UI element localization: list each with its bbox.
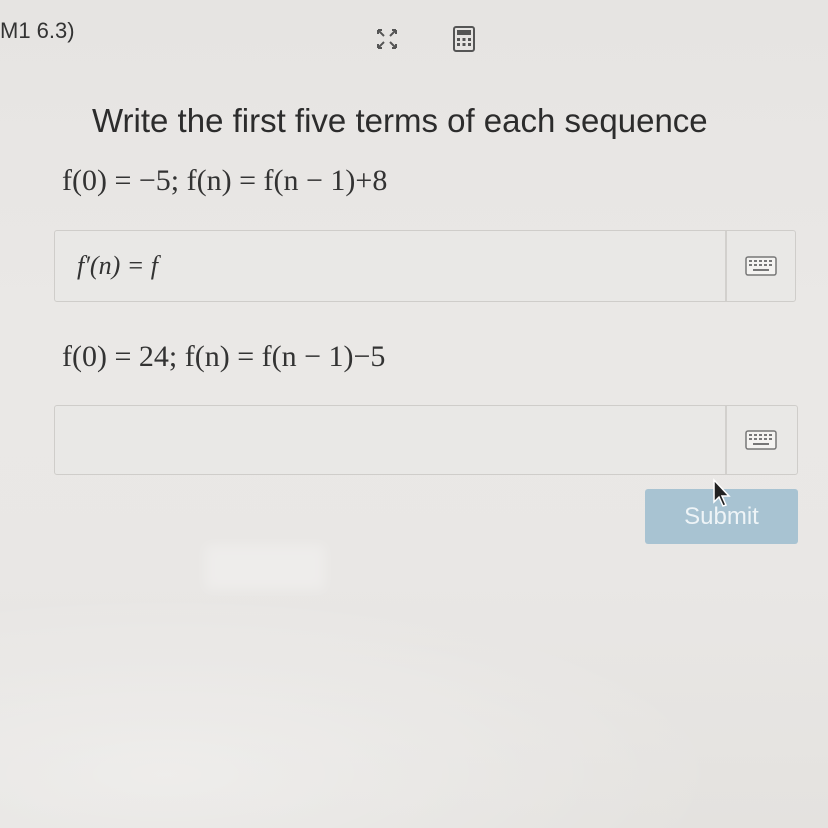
divider bbox=[725, 231, 727, 301]
calculator-icon[interactable] bbox=[451, 26, 477, 52]
sequence-equation-2: f(0) = 24; f(n) = f(n − 1)−5 bbox=[62, 340, 386, 373]
answer-input-2[interactable] bbox=[55, 406, 725, 474]
submit-button[interactable]: Submit bbox=[645, 489, 798, 544]
answer-box-1 bbox=[54, 230, 796, 302]
question-prompt: Write the first five terms of each seque… bbox=[92, 102, 708, 139]
screen-glare bbox=[0, 560, 828, 828]
screen-reflection bbox=[205, 545, 325, 590]
divider bbox=[725, 406, 727, 474]
course-label: M1 6.3) bbox=[0, 18, 75, 43]
sequence-equation-1: f(0) = −5; f(n) = f(n − 1)+8 bbox=[62, 164, 388, 197]
keyboard-icon[interactable] bbox=[743, 428, 779, 452]
answer-input-1[interactable] bbox=[55, 231, 725, 301]
expand-arrows-icon[interactable] bbox=[374, 26, 400, 52]
answer-box-2 bbox=[54, 405, 798, 475]
keyboard-icon[interactable] bbox=[743, 254, 779, 278]
